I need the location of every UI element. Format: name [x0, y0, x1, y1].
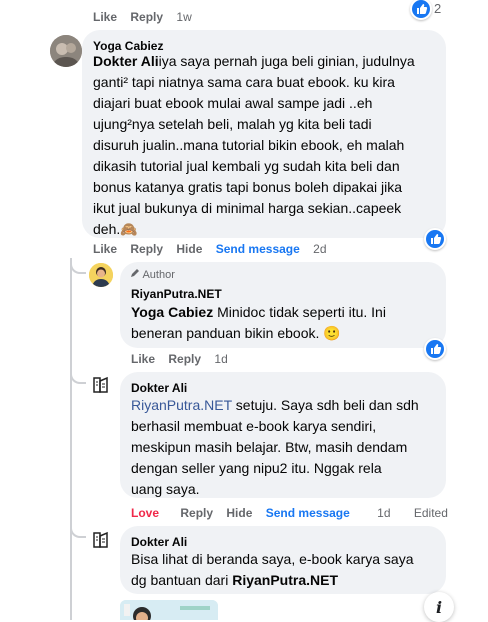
reply-button[interactable]: Reply [168, 352, 201, 366]
thread-line-vertical [70, 262, 72, 620]
previous-comment-actions: Like Reply 1w [93, 10, 202, 24]
hide-button[interactable]: Hide [226, 506, 252, 520]
commenter-name[interactable]: RiyanPutra.NET [131, 287, 222, 301]
comment-bubble: Yoga Cabiez Dokter Aliiya saya pernah ju… [82, 30, 446, 238]
comment-actions: Like Reply Hide Send message 2d [93, 242, 337, 256]
pencil-icon [130, 268, 140, 281]
mention-link[interactable]: Yoga Cabiez [131, 304, 213, 320]
like-button[interactable]: Like [131, 352, 155, 366]
love-button[interactable]: Love [131, 506, 159, 520]
thread-branch-1 [70, 258, 86, 274]
commenter-name[interactable]: Dokter Ali [131, 381, 187, 395]
comment-actions: Love Reply Hide Send message 1d Edited [131, 506, 458, 520]
reply-button[interactable]: Reply [130, 10, 163, 24]
like-button[interactable]: Like [93, 10, 117, 24]
edited-label: Edited [413, 506, 448, 520]
hide-button[interactable]: Hide [176, 242, 202, 256]
like-button[interactable]: Like [93, 242, 117, 256]
like-reaction-icon[interactable] [410, 0, 432, 20]
commenter-name[interactable]: Dokter Ali [131, 535, 187, 549]
reply-button[interactable]: Reply [130, 242, 163, 256]
comment-bubble: Dokter Ali RiyanPutra.NET setuju. Saya s… [120, 372, 446, 498]
mention-link[interactable]: RiyanPutra.NET [131, 397, 232, 413]
mention-link[interactable]: Dokter Ali [93, 53, 159, 69]
like-reaction-icon[interactable] [424, 338, 446, 360]
avatar[interactable] [50, 35, 82, 67]
timestamp[interactable]: 1w [176, 10, 191, 24]
send-message-button[interactable]: Send message [266, 506, 350, 520]
page-link[interactable]: RiyanPutra.NET [232, 572, 338, 588]
timestamp[interactable]: 2d [313, 242, 326, 256]
info-icon[interactable]: i [424, 592, 454, 622]
comment-text: Dokter Aliiya saya pernah juga beli gini… [93, 53, 415, 237]
thread-branch-3 [70, 522, 86, 538]
reaction-count: 2 [434, 1, 442, 16]
timestamp[interactable]: 1d [377, 506, 390, 520]
comment-bubble: Author RiyanPutra.NET Yoga Cabiez Minido… [120, 262, 446, 348]
avatar[interactable] [89, 373, 113, 397]
comment-bubble: Dokter Ali Bisa lihat di beranda saya, e… [120, 526, 446, 594]
attached-image[interactable] [120, 600, 218, 620]
reply-button[interactable]: Reply [180, 506, 213, 520]
timestamp[interactable]: 1d [214, 352, 227, 366]
like-reaction-icon[interactable] [424, 228, 446, 250]
comment-text: Bisa lihat di beranda saya, e-book karya… [131, 551, 414, 588]
avatar[interactable] [89, 528, 113, 552]
comment-text: Yoga Cabiez Minidoc tidak seperti itu. I… [131, 304, 386, 341]
comment-text: RiyanPutra.NET setuju. Saya sdh beli dan… [131, 397, 419, 497]
comment-actions: Like Reply 1d [131, 352, 238, 366]
author-badge: Author [130, 268, 175, 281]
send-message-button[interactable]: Send message [216, 242, 300, 256]
thread-branch-2 [70, 368, 86, 384]
avatar[interactable] [89, 263, 113, 287]
